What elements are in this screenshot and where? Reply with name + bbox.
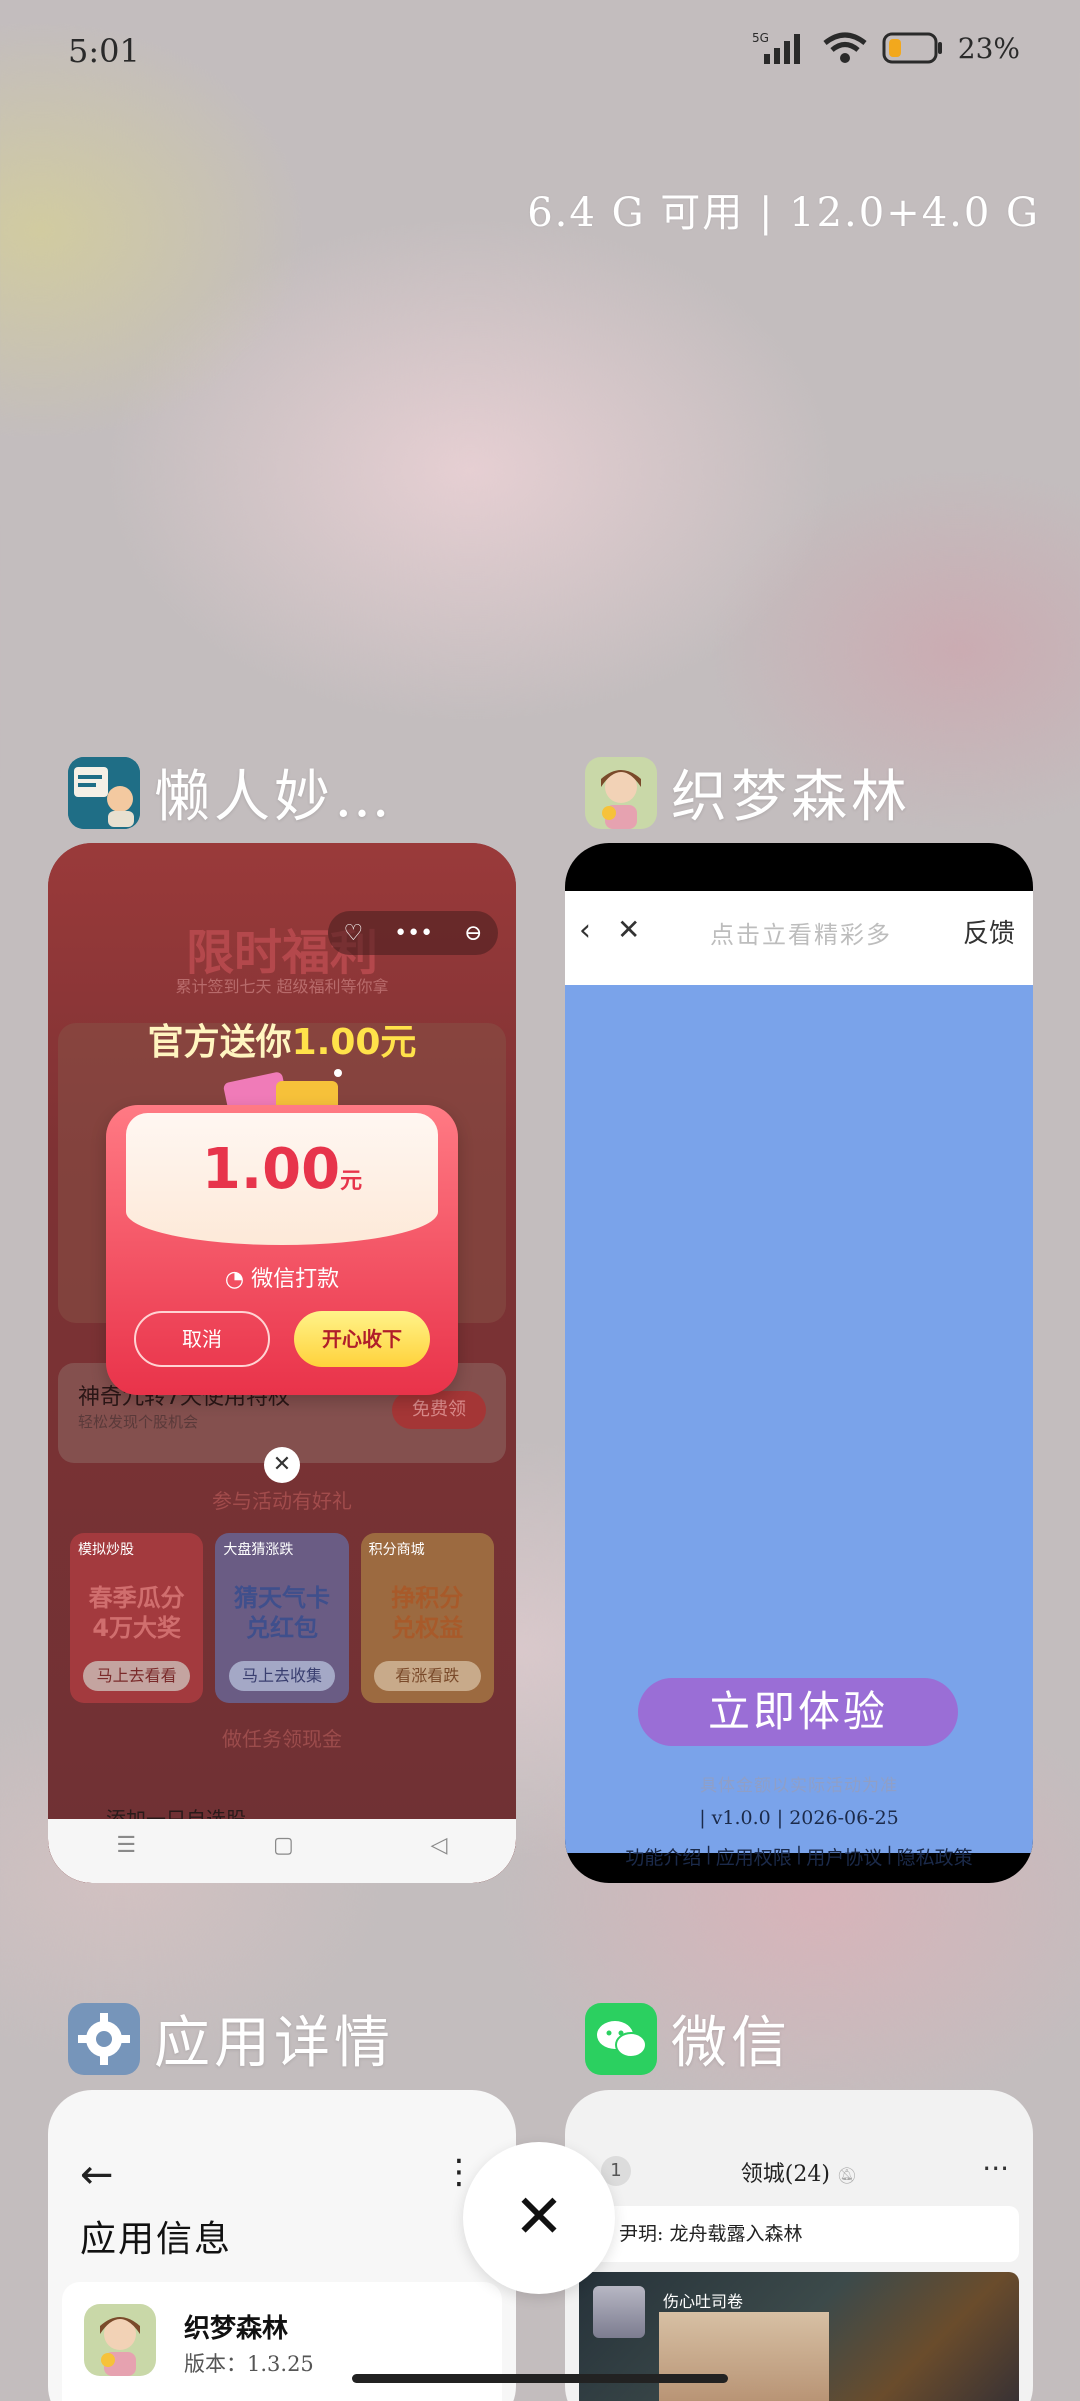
dialog-title: 官方送你1.00元 (48, 1013, 516, 1065)
sender-name: 伤心吐司卷 (663, 2292, 744, 2311)
promo-subtitle: 累计签到七天 超级福利等你拿 (175, 977, 389, 996)
footer-links: 功能介绍 | 应用权限 | 用户协议 | 隐私政策 (565, 1843, 1033, 1870)
promo-button[interactable]: 看涨看跌 (373, 1661, 481, 1691)
version-line: | v1.0.0 | 2026-06-25 (699, 1807, 899, 1829)
pinned-notice[interactable]: 尹玥: 龙舟载露入森林 (579, 2206, 1019, 2262)
back-icon[interactable]: ◁ (431, 1833, 448, 1858)
task-subtitle: 轻松发现个股机会 (78, 1413, 199, 1431)
link-features[interactable]: 功能介绍 (625, 1843, 701, 1870)
section-label: 参与活动有好礼 (212, 1489, 352, 1513)
promo-tag: 大盘猜涨跌 (223, 1542, 294, 1558)
red-envelope: 1.00元 ◔ 微信打款 取消 开心收下 (106, 1105, 458, 1395)
app-name: 应用详情 (154, 2011, 394, 2076)
accept-button[interactable]: 开心收下 (294, 1311, 430, 1367)
back-arrow-icon[interactable]: ← (80, 2152, 114, 2198)
android-nav-bar: ☰ ▢ ◁ (48, 1819, 516, 1883)
promo-card[interactable]: 积分商城 挣积分 兑权益 看涨看跌 (360, 1533, 494, 1703)
home-indicator[interactable] (352, 2374, 728, 2383)
promo-tag: 积分商城 (368, 1542, 425, 1558)
wifi-icon (823, 32, 867, 63)
app-info-item[interactable]: 织梦森林 版本：1.3.25 (62, 2282, 502, 2401)
zhimeng-app-icon[interactable] (585, 756, 657, 829)
try-now-button[interactable]: 立即体验 (638, 1678, 958, 1746)
dialog-close-icon[interactable]: ✕ (264, 1447, 300, 1483)
wechat-app-icon[interactable] (585, 2002, 657, 2075)
link-separator: | (795, 1843, 803, 1865)
menu-icon[interactable]: ☰ (116, 1833, 136, 1858)
promo-list: 模拟炒股 春季瓜分 4万大奖 马上去看看 大盘猜涨跌 猜天气卡 兑红包 马上去收… (70, 1533, 494, 1703)
app-card-settings[interactable]: ← ⋮ 应用信息 织梦森林 版本：1.3.25 (48, 2090, 516, 2401)
promo-card[interactable]: 模拟炒股 春季瓜分 4万大奖 马上去看看 (70, 1533, 204, 1703)
link-user-agreement[interactable]: 用户协议 (806, 1843, 882, 1870)
app-info-version: 版本：1.3.25 (184, 2352, 314, 2376)
miniapp-menu-pill[interactable]: ♡ ••• ⊖ (328, 911, 498, 955)
amount-value: 1.00 (201, 1137, 341, 1202)
promo-button[interactable]: 马上去看看 (83, 1661, 190, 1691)
envelope-paper: 1.00元 (126, 1113, 438, 1245)
app-header-settings[interactable]: 应用详情 (68, 1998, 394, 2079)
amount-unit: 元 (340, 1169, 363, 1194)
feedback-link[interactable]: 反馈 (963, 913, 1015, 950)
amount: 1.00元 (126, 1137, 438, 1202)
more-icon[interactable]: ••• (394, 921, 433, 946)
landing-body: 立即体验 具体金额以实际活动为准 | v1.0.0 | 2026-06-25 功… (565, 985, 1033, 1869)
promo-big-text: 猜天气卡 兑红包 (233, 1584, 330, 1642)
signal-icon: 5G (752, 31, 800, 64)
link-privacy[interactable]: 隐私政策 (897, 1843, 973, 1870)
app-header-wechat[interactable]: 微信 (585, 1998, 791, 2079)
settings-app-icon[interactable] (68, 2002, 140, 2075)
task-button[interactable]: 免费领 (392, 1391, 486, 1429)
favorite-icon[interactable]: ♡ (343, 921, 363, 946)
link-permissions[interactable]: 应用权限 (716, 1843, 792, 1870)
promo-big-text: 春季瓜分 4万大奖 (88, 1584, 185, 1642)
promo-big-text: 挣积分 兑权益 (391, 1584, 464, 1642)
app-card-lanren[interactable]: 限时福利 累计签到七天 超级福利等你拿 ♡ ••• ⊖ 神奇九转7天使用特权 轻… (48, 843, 516, 1883)
status-bar: 5:01 5G 23% (0, 0, 1080, 110)
link-separator: | (705, 1843, 712, 1865)
chat-title: 领城(24) 🔕︎ (565, 2156, 1033, 2188)
dialog-title-prefix: 官方送你 (147, 1022, 292, 1063)
back-icon[interactable]: ‹ (579, 913, 591, 948)
promo-card[interactable]: 大盘猜涨跌 猜天气卡 兑红包 马上去收集 (215, 1533, 349, 1703)
toolbar-hint: 点击立看精彩多 (710, 921, 892, 949)
more-label: 做任务领现金 (222, 1727, 342, 1751)
payment-method: ◔ 微信打款 (106, 1261, 458, 1293)
status-time: 5:01 (68, 32, 140, 70)
app-card-zhimeng[interactable]: ‹ ✕ 点击立看精彩多 反馈 立即体验 具体金额以实际活动为准 | v1.0.0… (565, 843, 1033, 1883)
battery-percent: 23% (957, 31, 1020, 65)
chat-image[interactable] (659, 2312, 829, 2401)
app-header-zhimeng[interactable]: 织梦森林 (585, 752, 911, 833)
promo-button[interactable]: 马上去收集 (228, 1661, 336, 1691)
cancel-button[interactable]: 取消 (134, 1311, 270, 1367)
page-title: 应用信息 (80, 2219, 233, 2260)
more-icon[interactable]: ··· (982, 2152, 1009, 2185)
mute-icon: 🔕︎ (836, 2166, 858, 2185)
link-separator: | (886, 1843, 893, 1865)
battery-icon (882, 32, 942, 64)
chat-title-text: 领城(24) (740, 2162, 830, 2187)
avatar[interactable] (593, 2286, 645, 2338)
app-name: 织梦森林 (671, 765, 911, 830)
lanren-app-icon[interactable] (68, 756, 140, 829)
app-name: 懒人妙… (154, 765, 394, 830)
app-card-wechat[interactable]: ‹ 1 领城(24) 🔕︎ ··· 尹玥: 龙舟载露入森林 伤心吐司卷 (565, 2090, 1033, 2401)
zhimeng-app-icon (84, 2304, 156, 2376)
close-icon[interactable]: ✕ (617, 913, 640, 946)
memory-info: 6.4 G 可用 | 12.0+4.0 G (527, 190, 1040, 236)
webview-toolbar: ‹ ✕ 点击立看精彩多 反馈 (565, 891, 1033, 985)
clear-all-button[interactable]: ✕ (463, 2142, 615, 2294)
dialog-title-amount: 1.00元 (291, 1022, 417, 1063)
app-name: 微信 (671, 2011, 791, 2076)
wechat-pay-icon: ◔ (224, 1267, 245, 1292)
home-icon[interactable]: ▢ (273, 1833, 294, 1858)
app-info-name: 织梦森林 (184, 2314, 289, 2344)
promo-tag: 模拟炒股 (78, 1542, 134, 1558)
network-label: 5G (752, 31, 769, 45)
fine-print: 具体金额以实际活动为准 (700, 1776, 898, 1796)
minimize-icon[interactable]: ⊖ (464, 921, 482, 946)
app-header-lanren[interactable]: 懒人妙… (68, 752, 394, 833)
notice-text: 尹玥: 龙舟载露入森林 (619, 2223, 803, 2245)
payment-label: 微信打款 (251, 1267, 340, 1292)
status-icons: 5G 23% (752, 30, 1020, 66)
